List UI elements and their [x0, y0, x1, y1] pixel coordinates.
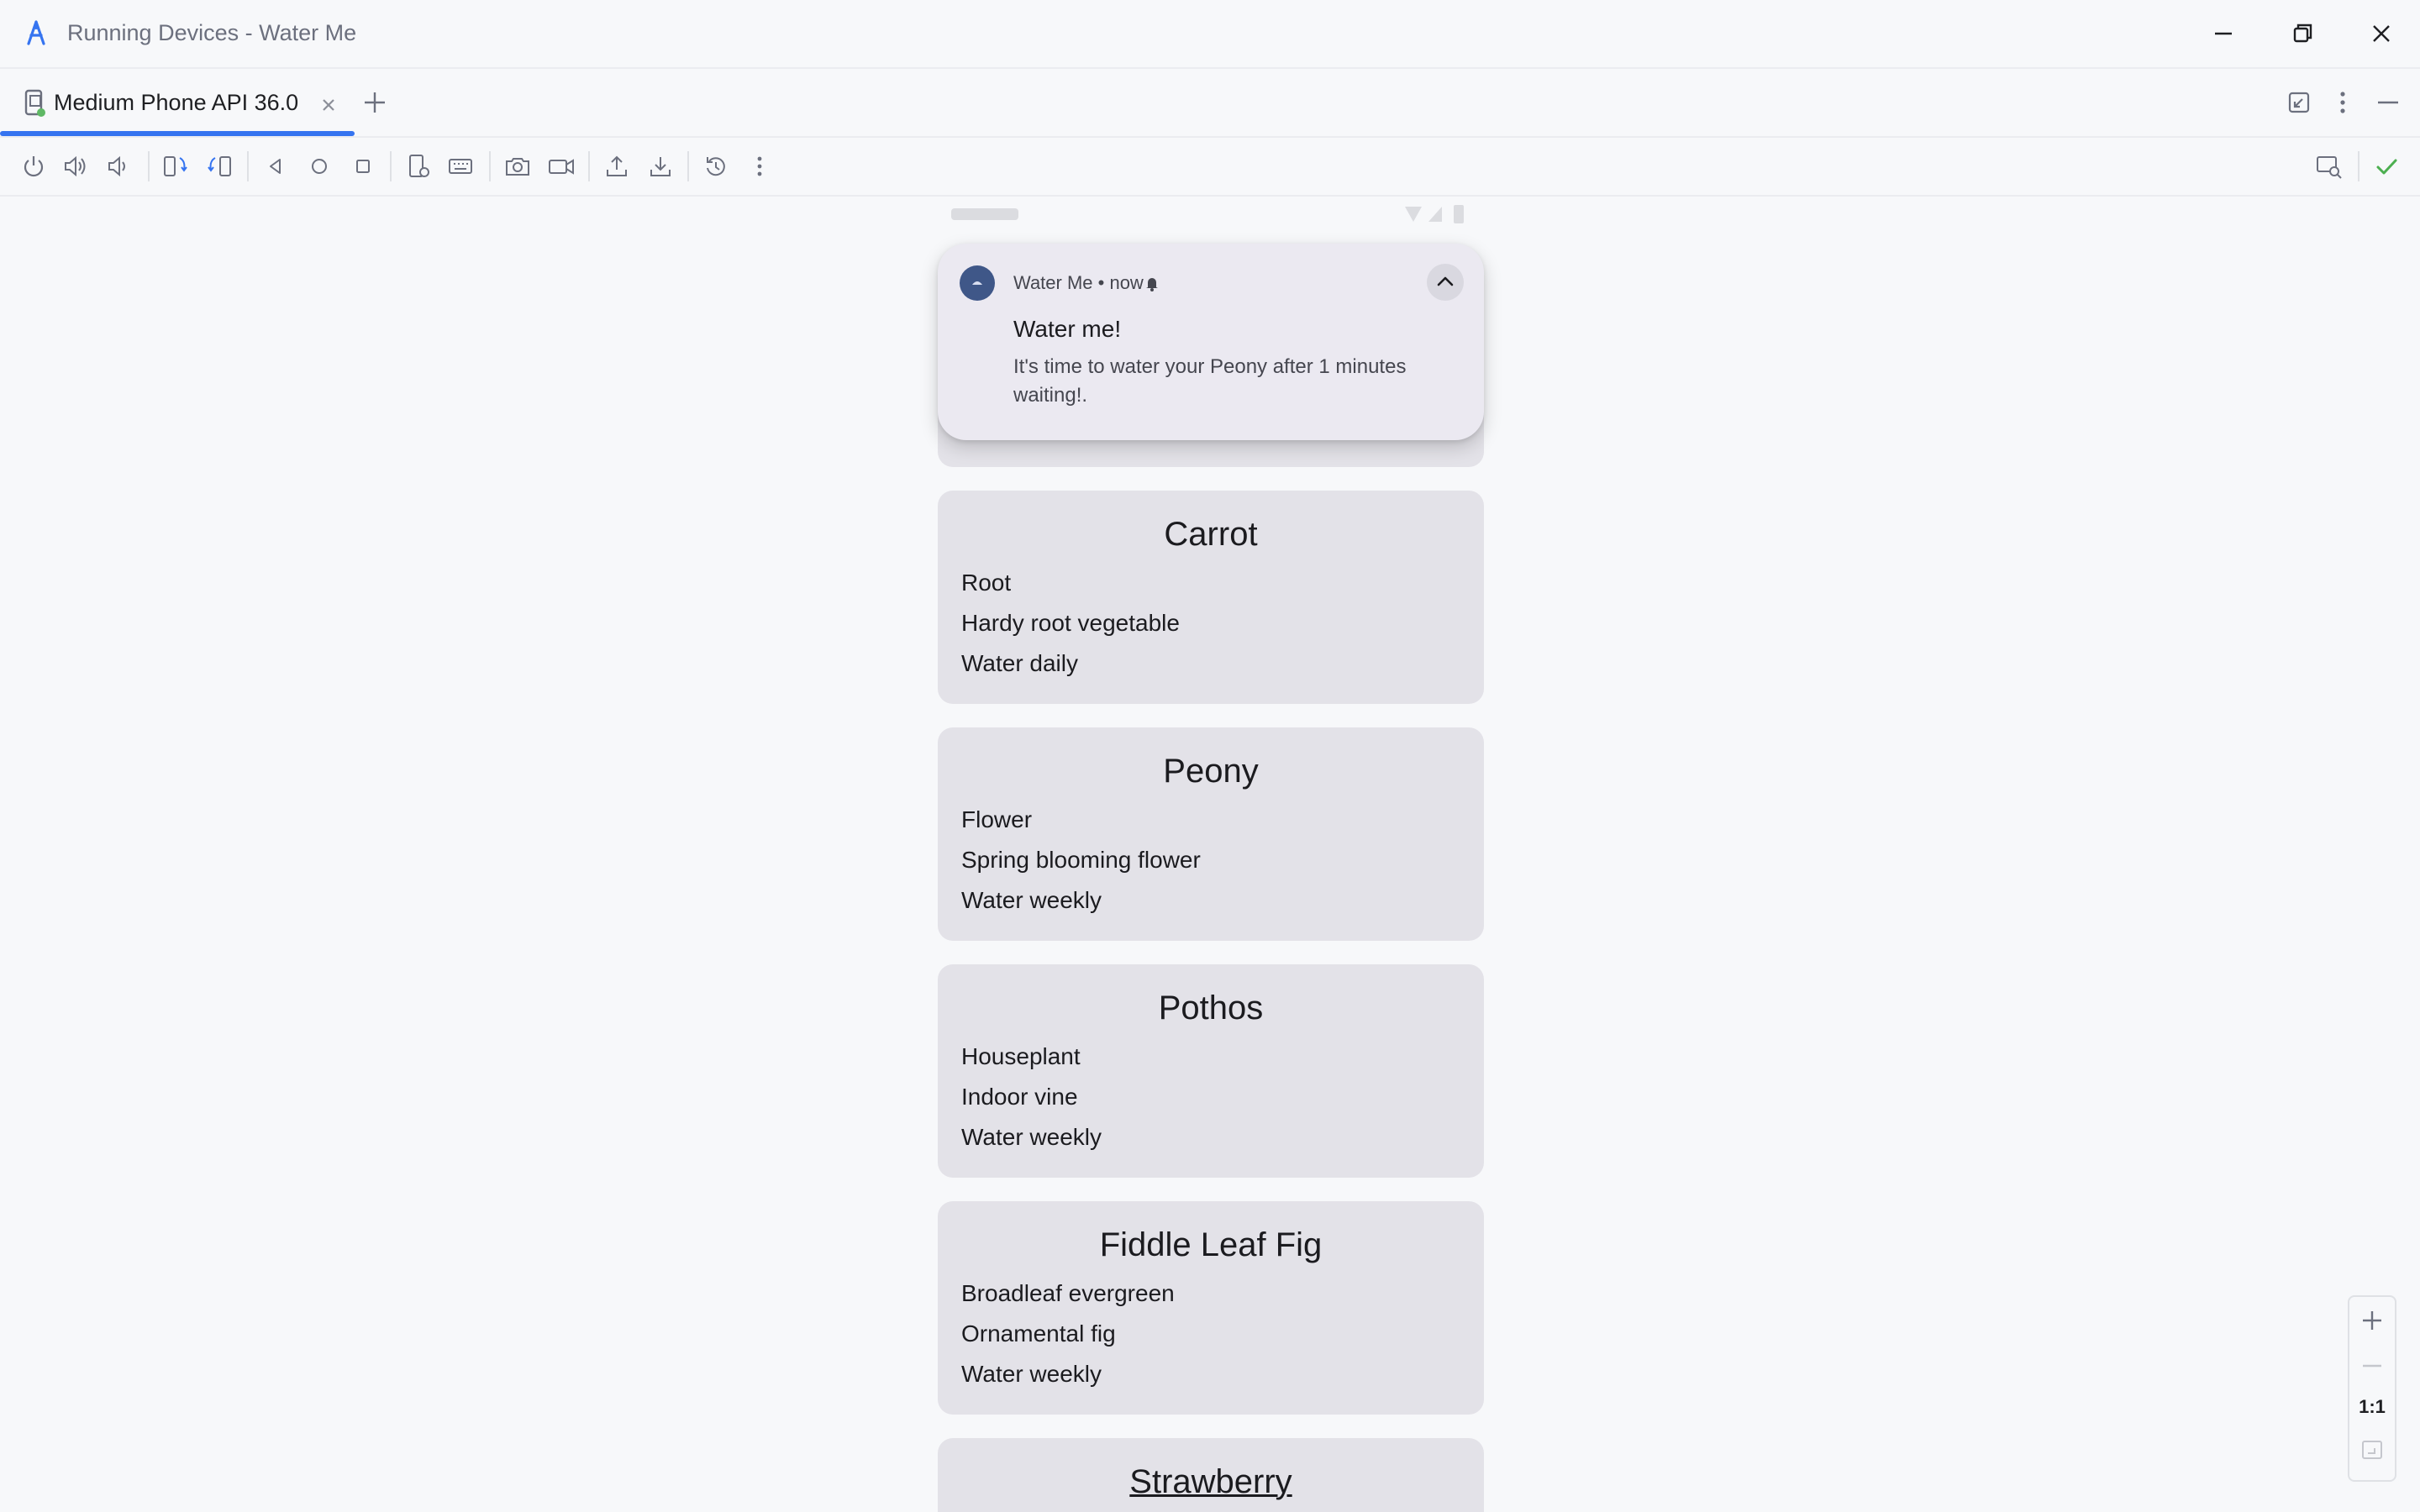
home-icon[interactable]	[304, 151, 334, 181]
plant-card-pothos[interactable]: Pothos Houseplant Indoor vine Water week…	[938, 964, 1484, 1178]
restore-layout-icon[interactable]	[2282, 86, 2316, 119]
plant-name: Fiddle Leaf Fig	[1099, 1226, 1323, 1263]
device-tab-icon	[24, 89, 49, 118]
plant-type: Flower	[961, 806, 1033, 832]
notification-text: It's time to water your Peony after 1 mi…	[1013, 355, 1407, 407]
plant-type: Root	[961, 570, 1012, 596]
bell-icon	[1143, 274, 1161, 292]
plant-type: Houseplant	[961, 1043, 1081, 1069]
notification-title: Water me!	[1013, 316, 1122, 342]
add-tab-icon[interactable]	[360, 86, 390, 119]
plant-description: Indoor vine	[961, 1084, 1078, 1110]
volume-down-icon[interactable]	[103, 151, 133, 181]
plant-description: Spring blooming flower	[961, 847, 1201, 873]
back-icon[interactable]	[260, 151, 291, 181]
device-explorer-icon[interactable]	[2314, 151, 2344, 181]
restore-icon[interactable]	[2281, 12, 2324, 55]
plant-type: Broadleaf evergreen	[961, 1280, 1175, 1306]
zoom-in-icon[interactable]	[2357, 1305, 2387, 1336]
title-bar: Running Devices - Water Me	[0, 0, 2420, 69]
more-icon[interactable]	[744, 151, 775, 181]
tab-active-indicator	[0, 131, 355, 136]
plant-name: Pothos	[1158, 990, 1264, 1026]
plant-name: Strawberry	[1129, 1463, 1292, 1500]
rotate-right-icon[interactable]	[205, 151, 235, 181]
zoom-controls: 1:1	[2348, 1295, 2396, 1482]
reset-icon[interactable]	[701, 151, 731, 181]
android-studio-logo-icon	[22, 18, 50, 47]
android-status-bar	[929, 200, 1484, 230]
plant-card-strawberry[interactable]: Strawberry	[938, 1438, 1484, 1512]
expand-less-icon[interactable]	[1427, 264, 1464, 301]
app-icon	[960, 265, 995, 301]
rotate-left-icon[interactable]	[160, 151, 190, 181]
success-check-icon	[2371, 151, 2402, 181]
tab-medium-phone[interactable]: Medium Phone API 36.0	[0, 69, 355, 136]
zoom-actual-size[interactable]: 1:1	[2349, 1396, 2395, 1418]
heads-up-notification[interactable]: Water Me • now Water me! It's time to wa…	[938, 244, 1484, 440]
window-title: Running Devices - Water Me	[67, 20, 357, 45]
plant-schedule: Water weekly	[961, 1361, 1102, 1387]
fit-screen-icon[interactable]	[2359, 1436, 2386, 1463]
download-icon[interactable]	[645, 151, 676, 181]
more-options-icon[interactable]	[2326, 86, 2360, 119]
plant-card-carrot[interactable]: Carrot Root Hardy root vegetable Water d…	[938, 491, 1484, 704]
tab-bar: Medium Phone API 36.0	[0, 69, 2420, 138]
plant-schedule: Water weekly	[961, 1124, 1102, 1150]
notification-header: Water Me • now	[1013, 272, 1144, 293]
plant-schedule: Water weekly	[961, 887, 1102, 913]
close-window-icon[interactable]	[2360, 12, 2403, 55]
device-settings-icon[interactable]	[403, 151, 434, 181]
screen-record-icon[interactable]	[546, 151, 576, 181]
overview-icon[interactable]	[348, 151, 378, 181]
keyboard-icon[interactable]	[445, 151, 476, 181]
device-toolbar	[0, 138, 2420, 197]
screenshot-icon[interactable]	[502, 151, 533, 181]
tab-close-icon[interactable]	[316, 92, 341, 118]
plant-schedule: Water daily	[961, 650, 1079, 676]
hide-panel-icon[interactable]	[2371, 86, 2405, 119]
plant-name: Peony	[1163, 753, 1259, 790]
plant-card-fiddle-leaf-fig[interactable]: Fiddle Leaf Fig Broadleaf evergreen Orna…	[938, 1201, 1484, 1415]
power-icon[interactable]	[18, 151, 49, 181]
volume-up-icon[interactable]	[60, 151, 91, 181]
zoom-out-icon[interactable]	[2357, 1351, 2387, 1381]
plant-description: Ornamental fig	[961, 1320, 1116, 1347]
upload-icon[interactable]	[602, 151, 632, 181]
plant-card-peony[interactable]: Peony Flower Spring blooming flower Wate…	[938, 727, 1484, 941]
tab-label: Medium Phone API 36.0	[54, 90, 299, 115]
minimize-icon[interactable]	[2202, 12, 2245, 55]
plant-description: Hardy root vegetable	[961, 610, 1180, 636]
plant-name: Carrot	[1164, 516, 1258, 553]
